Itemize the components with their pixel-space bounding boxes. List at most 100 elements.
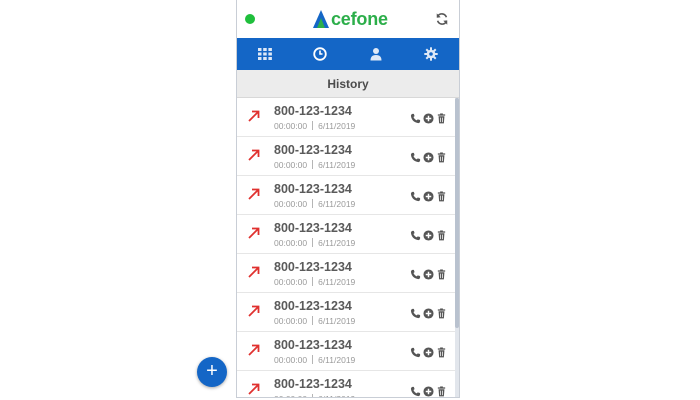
delete-button[interactable]	[436, 386, 447, 397]
call-history-row[interactable]: 800-123-1234 00:00:00 6/11/2019	[237, 137, 455, 176]
call-history-row[interactable]: 800-123-1234 00:00:00 6/11/2019	[237, 98, 455, 137]
call-meta: 00:00:00 6/11/2019	[274, 277, 355, 287]
delete-button[interactable]	[436, 191, 447, 202]
row-actions	[410, 191, 447, 202]
scrollbar[interactable]	[455, 98, 459, 397]
separator	[312, 121, 314, 130]
call-button[interactable]	[410, 347, 421, 358]
tab-settings[interactable]	[404, 38, 460, 70]
plus-circle-icon	[423, 230, 434, 241]
row-actions	[410, 230, 447, 241]
phone-icon	[410, 269, 421, 280]
call-meta: 00:00:00 6/11/2019	[274, 394, 355, 397]
tab-history[interactable]	[293, 38, 349, 70]
call-duration: 00:00:00	[274, 355, 308, 365]
add-contact-button[interactable]	[423, 191, 434, 202]
call-history-row[interactable]: 800-123-1234 00:00:00 6/11/2019	[237, 332, 455, 371]
phone-icon	[410, 308, 421, 319]
separator	[312, 238, 314, 247]
top-bar: cefone	[237, 0, 459, 38]
contacts-person-icon	[370, 48, 382, 61]
call-button[interactable]	[410, 191, 421, 202]
phone-icon	[410, 113, 421, 124]
phone-number: 800-123-1234	[274, 299, 352, 313]
call-button[interactable]	[410, 230, 421, 241]
phone-number: 800-123-1234	[274, 260, 352, 274]
outgoing-call-arrow-icon	[248, 110, 260, 122]
refresh-icon[interactable]	[435, 12, 449, 26]
tab-dialpad[interactable]	[237, 38, 293, 70]
delete-button[interactable]	[436, 152, 447, 163]
call-duration: 00:00:00	[274, 277, 308, 287]
outgoing-call-arrow-icon	[248, 344, 260, 356]
call-history-row[interactable]: 800-123-1234 00:00:00 6/11/2019	[237, 293, 455, 332]
add-contact-button[interactable]	[423, 347, 434, 358]
delete-button[interactable]	[436, 308, 447, 319]
add-contact-button[interactable]	[423, 152, 434, 163]
row-actions	[410, 347, 447, 358]
plus-circle-icon	[423, 152, 434, 163]
trash-icon	[437, 230, 446, 241]
trash-icon	[437, 113, 446, 124]
acefone-logo: cefone	[312, 8, 388, 30]
call-duration: 00:00:00	[274, 121, 308, 131]
add-contact-button[interactable]	[423, 113, 434, 124]
separator	[312, 355, 314, 364]
delete-button[interactable]	[436, 230, 447, 241]
outgoing-call-arrow-icon	[248, 305, 260, 317]
plus-circle-icon	[423, 347, 434, 358]
add-contact-button[interactable]	[423, 230, 434, 241]
call-duration: 00:00:00	[274, 199, 308, 209]
separator	[312, 199, 314, 208]
delete-button[interactable]	[436, 113, 447, 124]
separator	[312, 394, 314, 397]
settings-gear-icon	[424, 47, 438, 61]
outgoing-call-arrow-icon	[248, 149, 260, 161]
call-meta: 00:00:00 6/11/2019	[274, 199, 355, 209]
add-contact-button[interactable]	[423, 386, 434, 397]
trash-icon	[437, 269, 446, 280]
call-meta: 00:00:00 6/11/2019	[274, 121, 355, 131]
phone-icon	[410, 347, 421, 358]
call-duration: 00:00:00	[274, 394, 307, 397]
call-duration: 00:00:00	[274, 160, 308, 170]
delete-button[interactable]	[436, 269, 447, 280]
separator	[312, 277, 314, 286]
outgoing-call-arrow-icon	[248, 227, 260, 239]
plus-circle-icon	[423, 269, 434, 280]
call-button[interactable]	[410, 308, 421, 319]
call-date: 6/11/2019	[318, 238, 356, 248]
phone-icon	[410, 230, 421, 241]
add-contact-button[interactable]	[423, 308, 434, 319]
call-button[interactable]	[410, 386, 421, 397]
call-date: 6/11/2019	[318, 199, 356, 209]
delete-button[interactable]	[436, 347, 447, 358]
call-button[interactable]	[410, 113, 421, 124]
scrollbar-thumb[interactable]	[455, 98, 459, 328]
call-button[interactable]	[410, 269, 421, 280]
call-button[interactable]	[410, 152, 421, 163]
logo-text: cefone	[331, 8, 388, 29]
call-history-row[interactable]: 800-123-1234 00:00:00 6/11/2019	[237, 254, 455, 293]
call-meta: 00:00:00 6/11/2019	[274, 355, 355, 365]
call-history-row[interactable]: 800-123-1234 00:00:00 6/11/2019	[237, 176, 455, 215]
call-date: 6/11/2019	[318, 394, 355, 397]
trash-icon	[437, 347, 446, 358]
call-history-row[interactable]: 800-123-1234 00:00:00 6/11/2019	[237, 215, 455, 254]
tab-contacts[interactable]	[348, 38, 404, 70]
call-duration: 00:00:00	[274, 316, 308, 326]
add-button[interactable]: +	[197, 357, 227, 387]
call-date: 6/11/2019	[318, 355, 356, 365]
call-history-row[interactable]: 800-123-1234 00:00:00 6/11/2019	[237, 371, 455, 397]
history-clock-icon	[313, 47, 327, 61]
phone-number: 800-123-1234	[274, 104, 352, 118]
phone-icon	[410, 386, 421, 397]
add-contact-button[interactable]	[423, 269, 434, 280]
call-date: 6/11/2019	[318, 316, 356, 326]
call-history-list: 800-123-1234 00:00:00 6/11/2019 800-123-…	[237, 98, 455, 397]
row-actions	[410, 308, 447, 319]
plus-circle-icon	[423, 308, 434, 319]
call-meta: 00:00:00 6/11/2019	[274, 160, 355, 170]
trash-icon	[437, 191, 446, 202]
acefone-a-logo-icon	[313, 10, 329, 28]
